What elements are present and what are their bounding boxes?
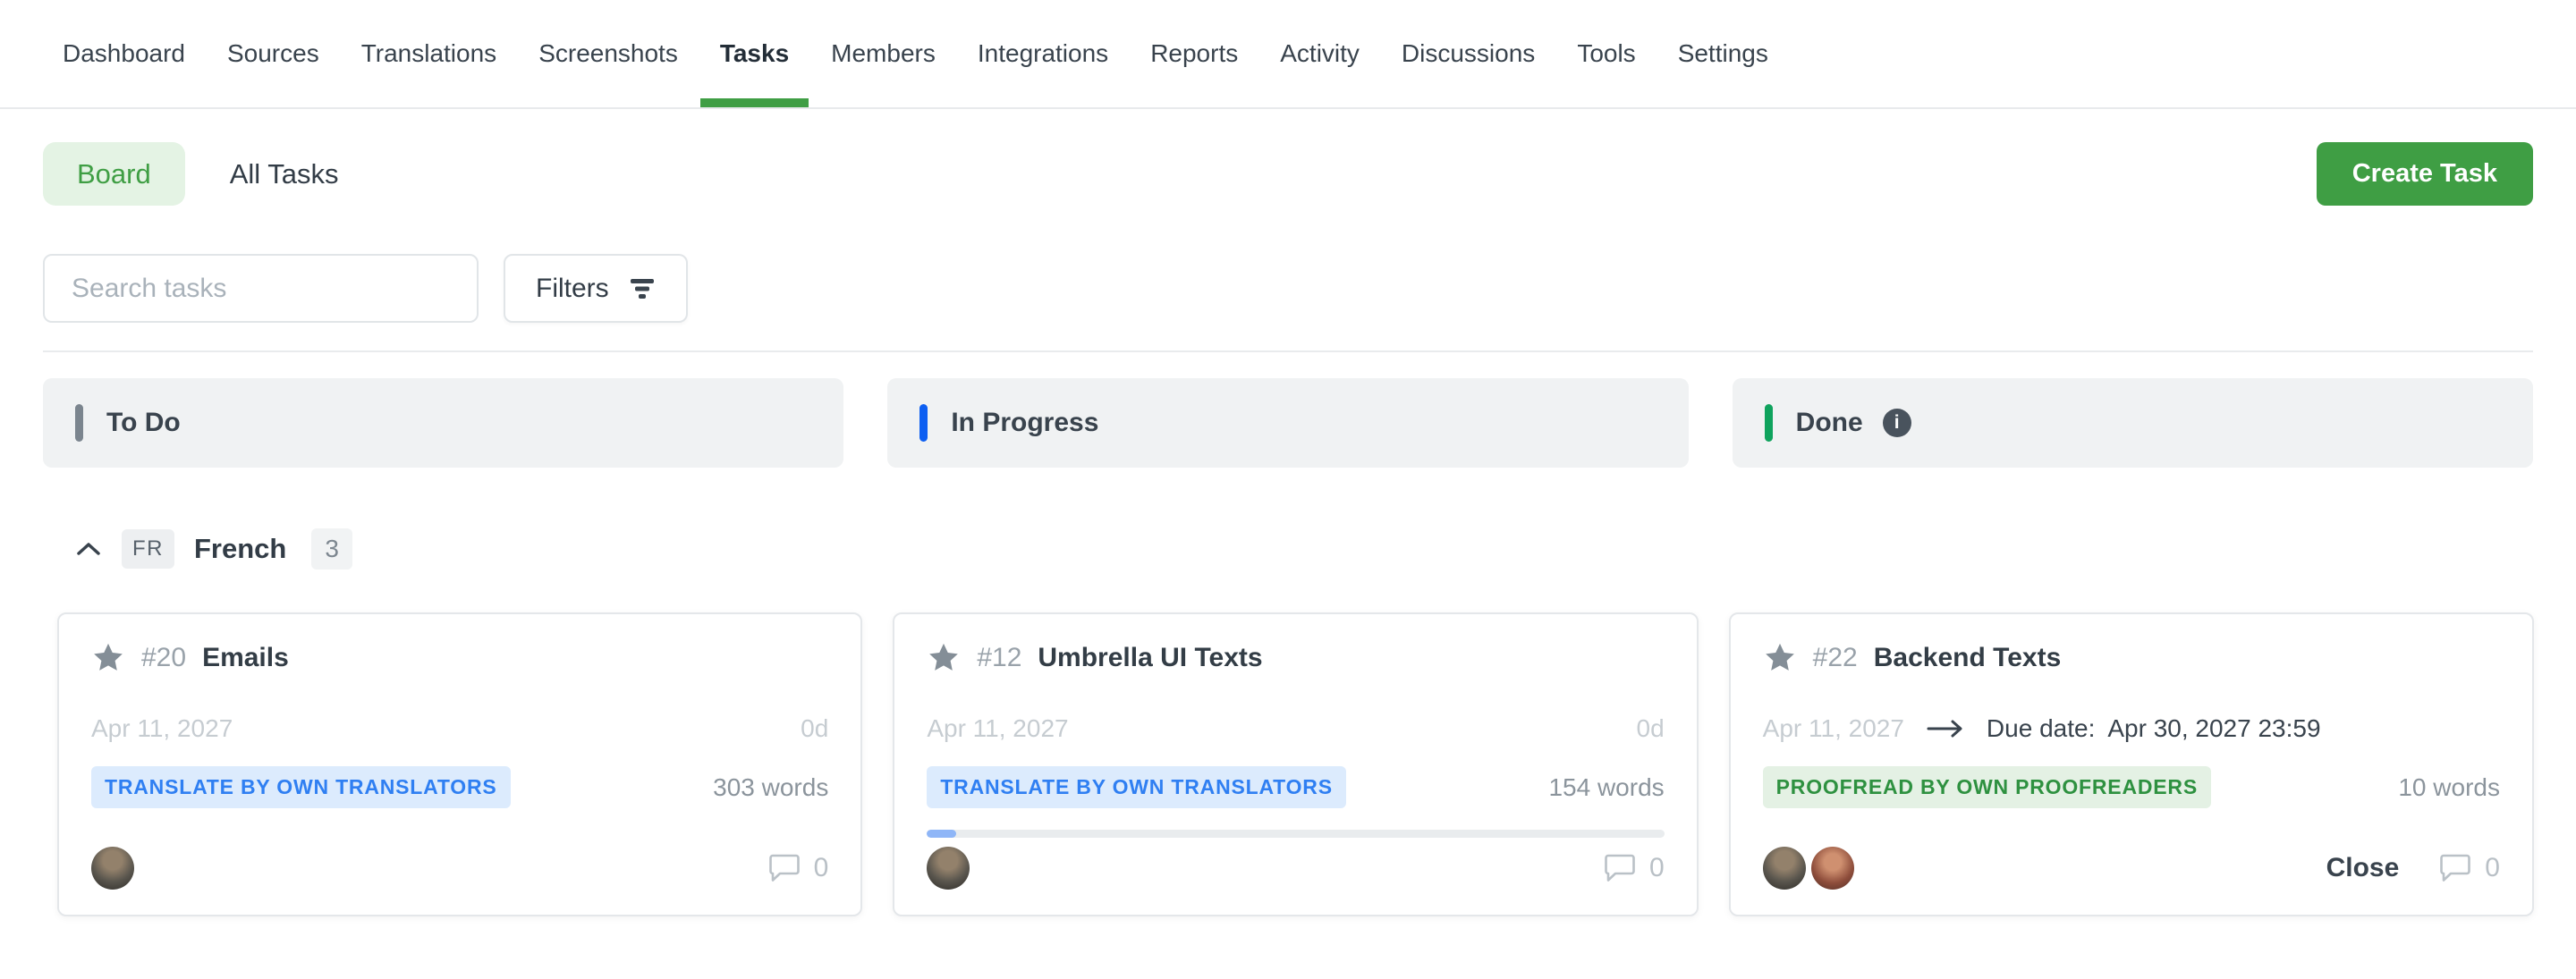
column-done-label: Done [1796,408,1863,438]
arrow-right-icon [1926,718,1965,739]
task-duration: 0d [1637,714,1665,743]
view-toolbar: Board All Tasks Create Task [0,142,2576,206]
star-icon[interactable] [91,641,125,675]
comments-control[interactable]: 0 [767,852,829,884]
task-title[interactable]: Backend Texts [1874,643,2062,673]
nav-item-tools[interactable]: Tools [1577,0,1635,107]
comment-bubble-icon [767,852,801,884]
word-count: 154 words [1548,773,1664,802]
nav-item-dashboard[interactable]: Dashboard [63,0,185,107]
search-input[interactable] [43,254,479,323]
word-count: 303 words [713,773,828,802]
nav-item-discussions[interactable]: Discussions [1402,0,1535,107]
star-icon[interactable] [927,641,961,675]
task-card-umbrella-ui-texts[interactable]: #12 Umbrella UI Texts Apr 11, 2027 0d TR… [893,612,1698,916]
comments-control[interactable]: 0 [2438,852,2500,884]
nav-item-translations[interactable]: Translations [361,0,496,107]
assignee-avatar[interactable] [1811,847,1854,890]
nav-item-members[interactable]: Members [831,0,936,107]
task-duration: 0d [801,714,828,743]
due-date-label: Due date: [1987,714,2095,743]
comment-bubble-icon [1603,852,1637,884]
task-title[interactable]: Umbrella UI Texts [1038,643,1262,673]
task-id: #20 [141,643,186,673]
column-done: Done i [1733,378,2533,468]
task-title[interactable]: Emails [202,643,289,673]
task-cards-row: #20 Emails Apr 11, 2027 0d TRANSLATE BY … [0,612,2576,916]
nav-item-tasks[interactable]: Tasks [720,0,789,107]
view-switcher: Board All Tasks [43,142,338,206]
in-progress-status-pill [919,404,928,442]
task-date: Apr 11, 2027 [1763,714,1904,743]
section-divider [43,350,2533,352]
task-type-badge: TRANSLATE BY OWN TRANSLATORS [927,766,1346,808]
column-todo-label: To Do [106,408,181,438]
task-date: Apr 11, 2027 [927,714,1068,743]
close-task-button[interactable]: Close [2326,853,2400,883]
comments-control[interactable]: 0 [1603,852,1665,884]
nav-item-settings[interactable]: Settings [1678,0,1768,107]
column-in-progress-label: In Progress [951,408,1098,438]
nav-item-reports[interactable]: Reports [1150,0,1238,107]
task-count-badge: 3 [311,528,352,570]
star-icon[interactable] [1763,641,1797,675]
comment-bubble-icon [2438,852,2472,884]
progress-bar-fill [927,830,956,838]
done-status-pill [1765,404,1773,442]
tab-board[interactable]: Board [43,142,185,206]
task-type-badge: PROOFREAD BY OWN PROOFREADERS [1763,766,2211,808]
task-date: Apr 11, 2027 [91,714,233,743]
task-card-backend-texts[interactable]: #22 Backend Texts Apr 11, 2027 Due date:… [1729,612,2534,916]
tab-all-tasks[interactable]: All Tasks [230,158,339,190]
progress-bar [927,830,1664,838]
task-card-emails[interactable]: #20 Emails Apr 11, 2027 0d TRANSLATE BY … [57,612,862,916]
board-columns: To Do In Progress Done i [0,378,2576,468]
comment-count: 0 [1649,853,1665,883]
column-todo: To Do [43,378,843,468]
comment-count: 0 [2485,853,2500,883]
language-code-badge: FR [122,529,174,569]
filter-icon [629,276,656,301]
todo-status-pill [75,404,83,442]
info-icon[interactable]: i [1883,409,1911,437]
filters-button-label: Filters [536,274,609,304]
search-row: Filters [0,254,2576,323]
language-group-header: FR French 3 [0,528,2576,570]
due-date-value: Apr 30, 2027 23:59 [2107,714,2320,743]
task-id: #12 [977,643,1021,673]
create-task-button[interactable]: Create Task [2317,142,2533,206]
nav-item-activity[interactable]: Activity [1280,0,1360,107]
filters-button[interactable]: Filters [504,254,688,323]
nav-item-screenshots[interactable]: Screenshots [538,0,678,107]
task-type-badge: TRANSLATE BY OWN TRANSLATORS [91,766,511,808]
task-id: #22 [1813,643,1858,673]
nav-item-sources[interactable]: Sources [227,0,319,107]
top-navigation: Dashboard Sources Translations Screensho… [0,0,2576,109]
chevron-up-icon[interactable] [75,541,102,557]
column-in-progress: In Progress [887,378,1688,468]
assignee-avatar[interactable] [1763,847,1806,890]
assignee-avatar[interactable] [91,847,134,890]
language-name: French [194,533,286,565]
word-count: 10 words [2398,773,2500,802]
assignee-avatar[interactable] [927,847,970,890]
nav-item-integrations[interactable]: Integrations [978,0,1108,107]
comment-count: 0 [814,853,829,883]
